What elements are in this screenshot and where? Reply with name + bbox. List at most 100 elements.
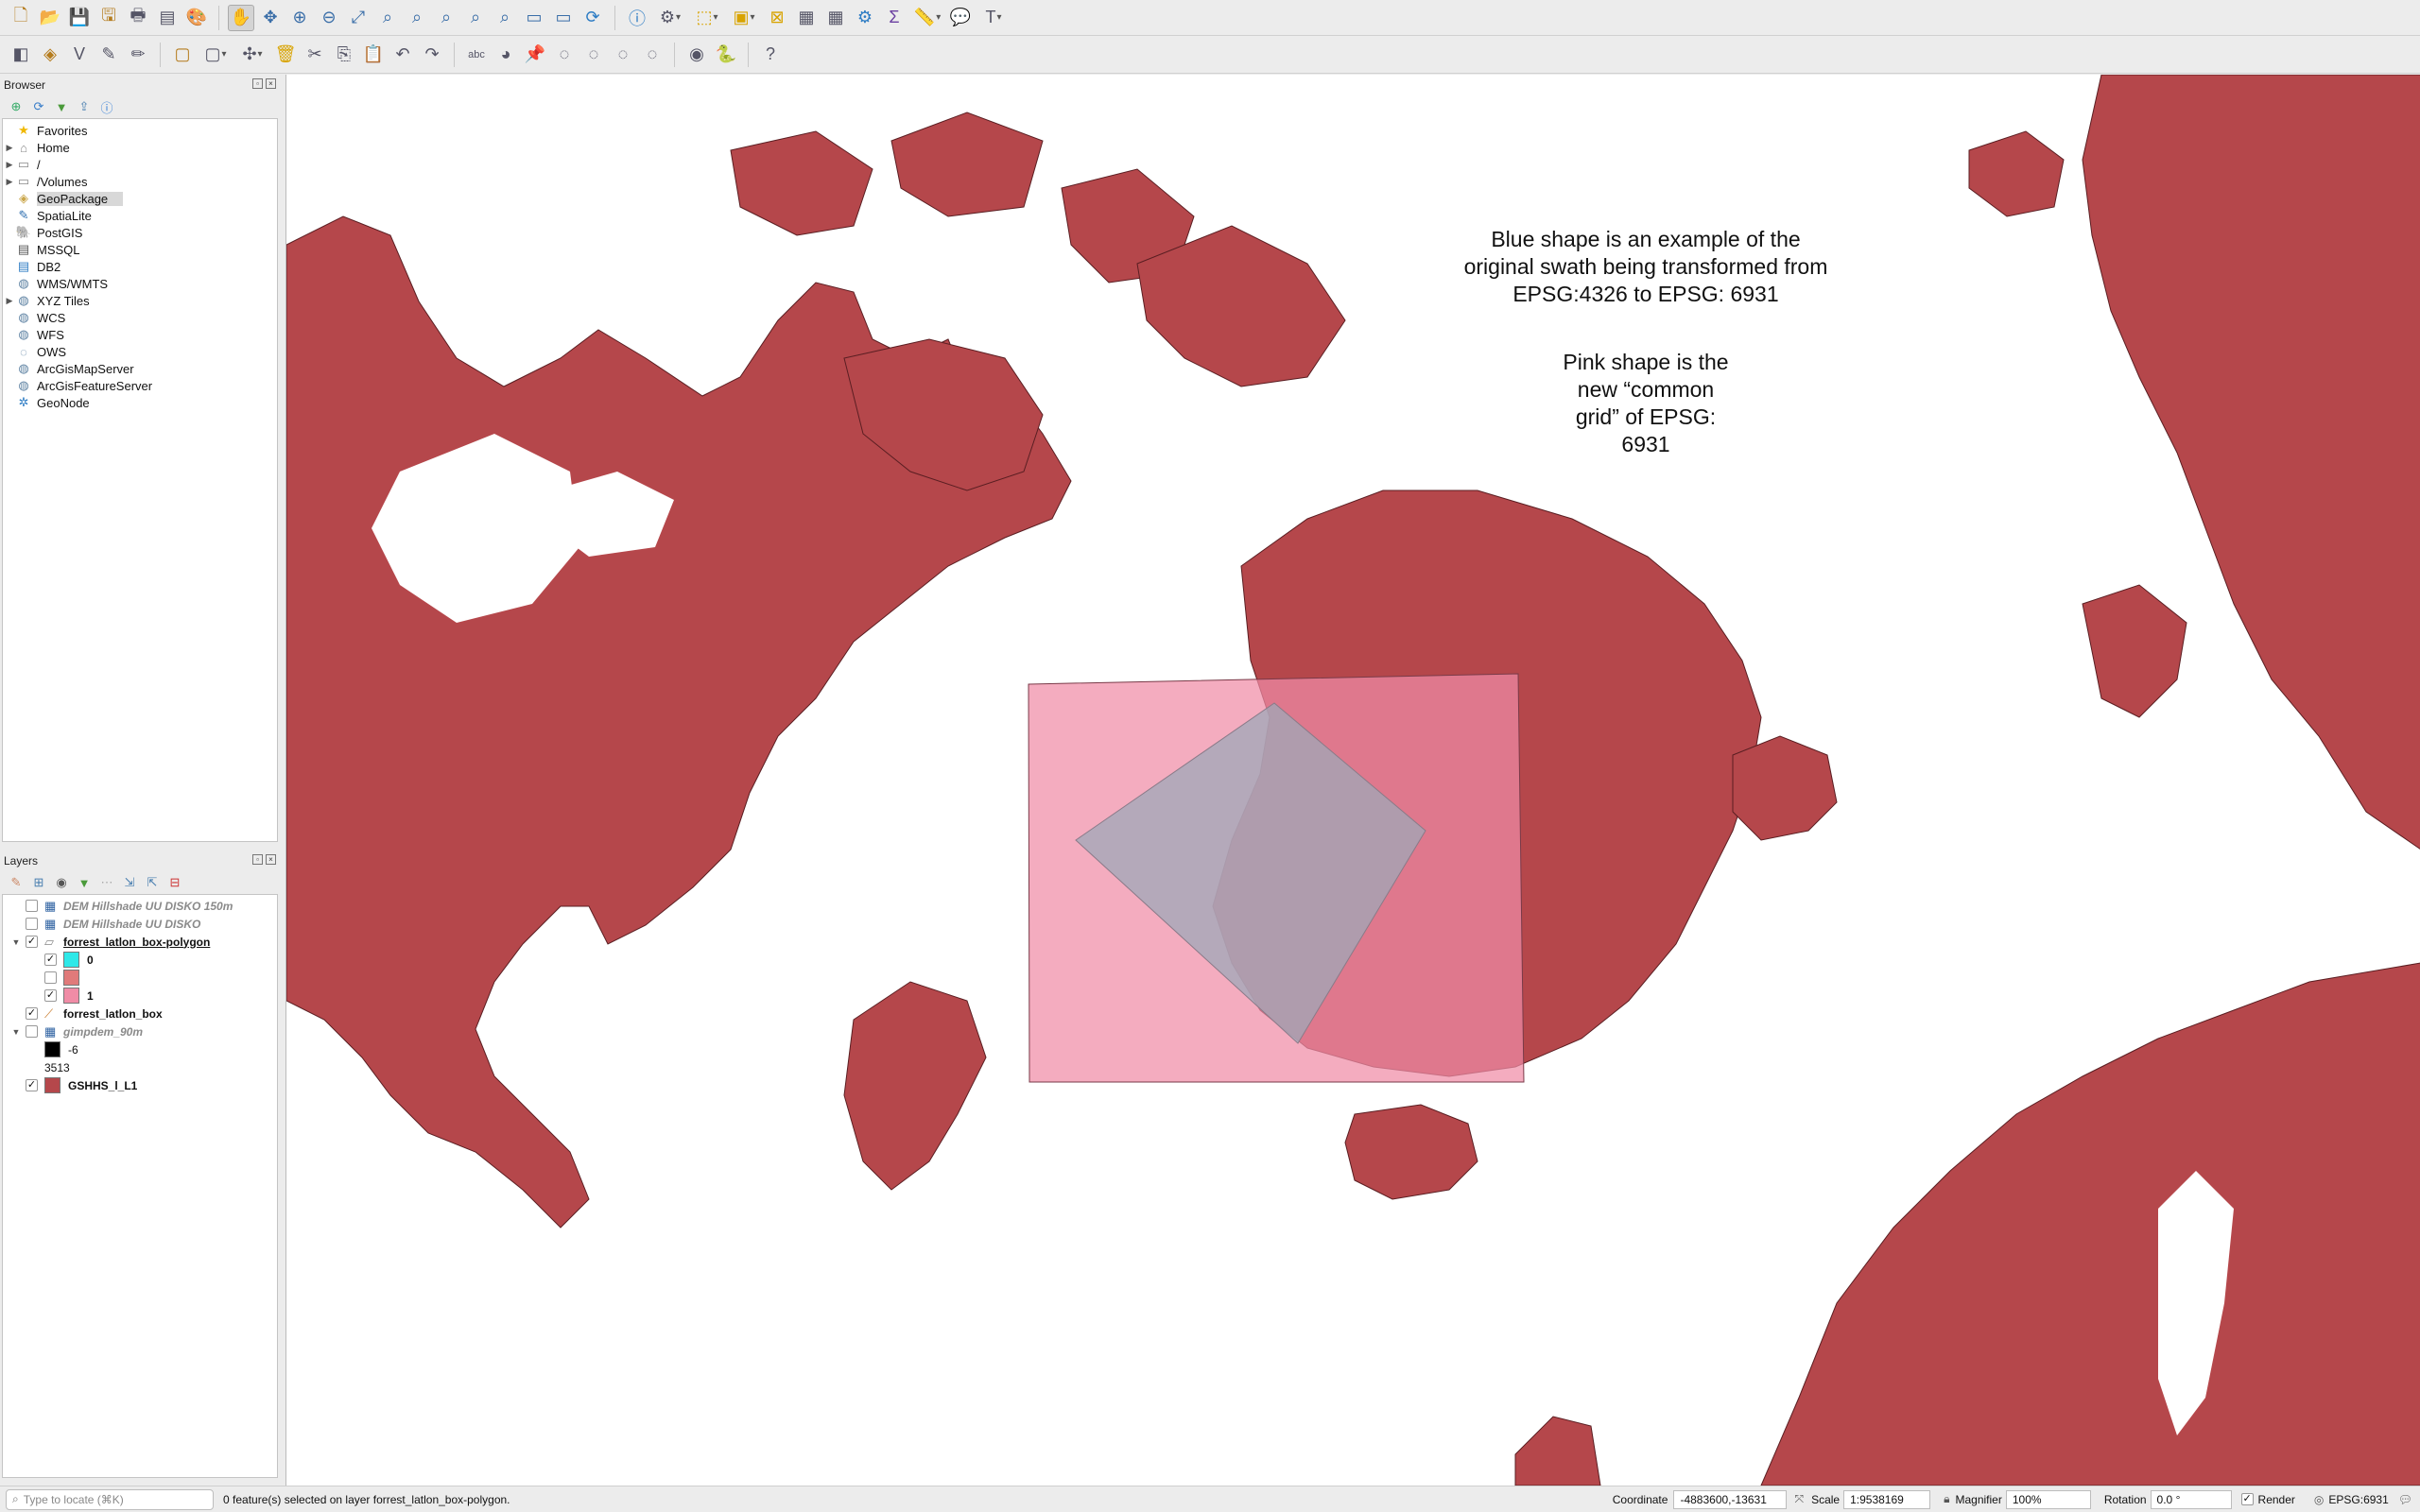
properties-icon[interactable]: ⓘ: [98, 98, 115, 115]
locator-input[interactable]: ⌕ Type to locate (⌘K): [6, 1488, 214, 1510]
redo-icon[interactable]: ↷: [419, 42, 445, 68]
new-geopackage-layer-icon[interactable]: ◈: [37, 42, 63, 68]
visibility-checkbox[interactable]: ✓: [26, 1007, 38, 1020]
zoom-native-icon[interactable]: ⌕: [433, 5, 459, 31]
legend-item[interactable]: -6: [3, 1040, 277, 1058]
zoom-in-icon[interactable]: ⊕: [286, 5, 313, 31]
layer-row[interactable]: ▦ DEM Hillshade UU DISKO 150m: [3, 897, 277, 915]
deselect-icon[interactable]: ⊠: [764, 5, 790, 31]
refresh-icon[interactable]: ⟳: [579, 5, 606, 31]
layer-row[interactable]: ▼ ▦ gimpdem_90m: [3, 1022, 277, 1040]
legend-item[interactable]: [3, 969, 277, 987]
collapse-arrow-icon[interactable]: ▼: [10, 937, 22, 947]
undo-icon[interactable]: ↶: [389, 42, 416, 68]
browser-item-postgis[interactable]: 🐘 PostGIS: [3, 224, 277, 241]
expand-arrow-icon[interactable]: ▶: [3, 160, 16, 170]
magnifier-field[interactable]: 100%: [2005, 1489, 2091, 1509]
filter-icon[interactable]: ▼: [53, 98, 70, 115]
layer-row[interactable]: ▦ DEM Hillshade UU DISKO: [3, 915, 277, 933]
refresh-icon[interactable]: ⟳: [30, 98, 47, 115]
style-panel-icon[interactable]: ✎: [8, 874, 25, 891]
browser-item-favorites[interactable]: ★ Favorites: [3, 122, 277, 139]
vertex-tool-icon[interactable]: ✣: [235, 42, 269, 68]
zoom-next-icon[interactable]: ⌕: [492, 5, 518, 31]
toggle-extents-icon[interactable]: ⤧: [1794, 1492, 1804, 1506]
visibility-checkbox[interactable]: [26, 918, 38, 930]
python-console-icon[interactable]: 🐍: [713, 42, 739, 68]
cut-features-icon[interactable]: ✂: [302, 42, 328, 68]
add-feature-icon[interactable]: ▢: [199, 42, 233, 68]
legend-item[interactable]: 3513: [3, 1058, 277, 1076]
visibility-checkbox[interactable]: ✓: [44, 989, 57, 1002]
browser-item-spatialite[interactable]: ✎ SpatiaLite: [3, 207, 277, 224]
save-edits-icon[interactable]: ▢: [169, 42, 196, 68]
zoom-selection-icon[interactable]: ⌕: [374, 5, 401, 31]
map-svg[interactable]: [286, 75, 2420, 1486]
help-icon[interactable]: ?: [757, 42, 784, 68]
identify-icon[interactable]: ⓘ: [624, 5, 650, 31]
pin-labels-icon[interactable]: 📌: [522, 42, 548, 68]
browser-item-mssql[interactable]: ▤ MSSQL: [3, 241, 277, 258]
scale-field[interactable]: 1:9538169: [1843, 1489, 1931, 1509]
layout-manager-icon[interactable]: ▤: [154, 5, 181, 31]
expand-arrow-icon[interactable]: ▶: [3, 143, 16, 153]
legend-item[interactable]: ✓ 0: [3, 951, 277, 969]
browser-item-wcs[interactable]: ◍ WCS: [3, 309, 277, 326]
close-panel-icon[interactable]: ×: [266, 78, 276, 89]
new-bookmark-icon[interactable]: ▭: [521, 5, 547, 31]
open-project-icon[interactable]: 📂: [37, 5, 63, 31]
pan-icon[interactable]: ✋: [228, 4, 254, 31]
visibility-checkbox[interactable]: ✓: [44, 954, 57, 966]
data-source-manager-icon[interactable]: ◧: [8, 42, 34, 68]
browser-item-wfs[interactable]: ◍ WFS: [3, 326, 277, 343]
layer-row[interactable]: ✓ GSHHS_l_L1: [3, 1076, 277, 1094]
visibility-checkbox[interactable]: ✓: [26, 936, 38, 948]
float-panel-icon[interactable]: ▫: [252, 78, 263, 89]
toggle-editing-icon[interactable]: ✏: [125, 42, 151, 68]
messages-icon[interactable]: 💬︎: [2398, 1493, 2412, 1506]
layer-row[interactable]: ✓ ⟋ forrest_latlon_box: [3, 1005, 277, 1022]
browser-item-[interactable]: ▶ ▭ /: [3, 156, 277, 173]
toolbox-icon[interactable]: ⚙: [852, 5, 878, 31]
filter-legend-icon[interactable]: ▼: [76, 874, 93, 891]
paste-features-icon[interactable]: 📋: [360, 42, 387, 68]
plugin-icon[interactable]: ◉: [683, 42, 710, 68]
expand-arrow-icon[interactable]: ▶: [3, 177, 16, 187]
browser-item-wms-wmts[interactable]: ◍ WMS/WMTS: [3, 275, 277, 292]
select-features-icon[interactable]: ⬚: [690, 5, 724, 31]
print-layout-icon[interactable]: 🖶: [125, 5, 151, 31]
add-group-icon[interactable]: ⊞: [30, 874, 47, 891]
expand-arrow-icon[interactable]: ▶: [3, 296, 16, 306]
save-project-icon[interactable]: 💾: [66, 5, 93, 31]
rotate-label-icon[interactable]: ◌: [610, 42, 636, 68]
map-tips-icon[interactable]: 💬: [947, 5, 974, 31]
show-bookmarks-icon[interactable]: ▭: [550, 5, 577, 31]
collapse-all-icon[interactable]: ⇪: [76, 98, 93, 115]
delete-selected-icon[interactable]: 🗑: [272, 42, 299, 68]
filter-expression-icon[interactable]: ⋯: [98, 874, 115, 891]
current-edits-icon[interactable]: ✎: [95, 42, 122, 68]
attribute-table-icon[interactable]: ▦: [793, 5, 820, 31]
eye-icon[interactable]: ◉: [53, 874, 70, 891]
rotation-field[interactable]: 0.0 °: [2150, 1489, 2232, 1509]
change-label-icon[interactable]: ◌: [639, 42, 666, 68]
browser-item-db2[interactable]: ▤ DB2: [3, 258, 277, 275]
visibility-checkbox[interactable]: [44, 971, 57, 984]
browser-item-arcgisfeatureserver[interactable]: ◍ ArcGisFeatureServer: [3, 377, 277, 394]
zoom-layer-icon[interactable]: ⌕: [404, 5, 430, 31]
text-annotation-icon[interactable]: T: [977, 5, 1011, 31]
zoom-last-icon[interactable]: ⌕: [462, 5, 489, 31]
browser-item-ows[interactable]: ◌ OWS: [3, 343, 277, 360]
close-panel-icon[interactable]: ×: [266, 854, 276, 865]
measure-icon[interactable]: 📏: [910, 5, 944, 31]
crs-icon[interactable]: ◎: [2314, 1493, 2324, 1506]
digitize-icon[interactable]: V: [66, 42, 93, 68]
collapse-all-icon[interactable]: ⇱: [144, 874, 161, 891]
map-canvas[interactable]: Blue shape is an example of the original…: [285, 75, 2420, 1486]
add-selected-layers-icon[interactable]: ⊕: [8, 98, 25, 115]
zoom-full-icon[interactable]: ⤢: [345, 5, 372, 31]
layer-diagram-icon[interactable]: ◕: [493, 42, 519, 68]
style-manager-icon[interactable]: 🎨: [183, 5, 210, 31]
copy-features-icon[interactable]: ⎘: [331, 42, 357, 68]
run-action-icon[interactable]: ⚙: [653, 5, 687, 31]
